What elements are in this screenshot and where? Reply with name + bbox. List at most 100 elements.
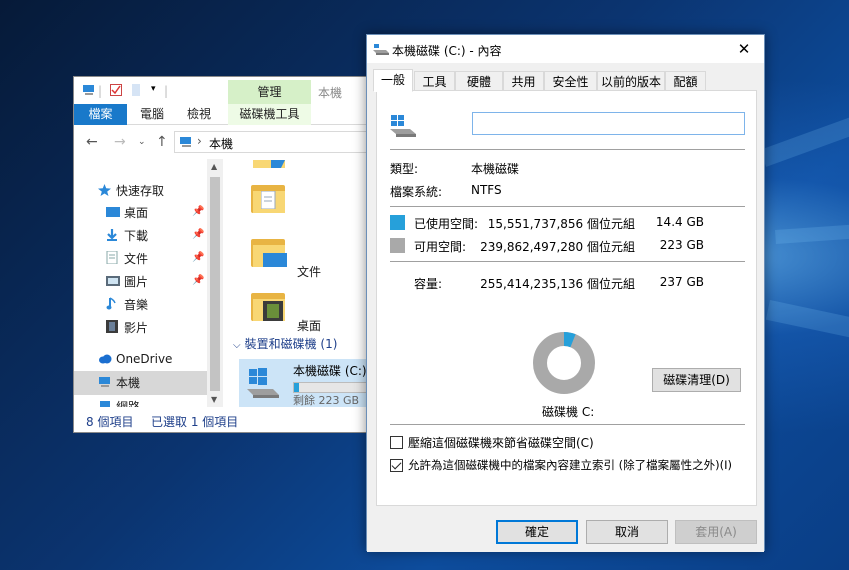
compress-checkbox[interactable] <box>390 436 403 449</box>
breadcrumb-this-pc[interactable]: 本機 <box>209 135 233 152</box>
computer-icon <box>98 374 112 387</box>
back-arrow-icon[interactable]: ← <box>86 134 98 150</box>
used-space-gb: 14.4 GB <box>655 215 704 229</box>
divider <box>390 261 745 262</box>
divider <box>390 424 745 425</box>
manage-context-tab[interactable]: 管理 <box>228 80 311 104</box>
navigation-pane-scrollbar[interactable]: ▲ ▼ <box>207 159 223 407</box>
quick-access-toolbar: | ▾ | 管理 本機 <box>74 77 372 104</box>
nav-item-downloads[interactable]: 下載 <box>106 226 148 246</box>
dialog-tabs: 一般 工具 硬體 共用 安全性 以前的版本 配額 <box>373 69 758 92</box>
compress-checkbox-label[interactable]: 壓縮這個磁碟機來節省磁碟空間(C) <box>408 434 594 451</box>
capacity-gb: 237 GB <box>659 275 704 289</box>
scroll-up-icon[interactable]: ▲ <box>211 162 217 171</box>
tab-computer[interactable]: 電腦 <box>132 104 172 125</box>
wallpaper-light-beam <box>775 223 849 244</box>
address-bar[interactable]: › 本機 <box>174 131 372 153</box>
desktop-icon <box>106 204 120 217</box>
nav-item-desktop[interactable]: 桌面 <box>106 203 148 223</box>
chevron-down-icon: ⌵ <box>233 340 241 351</box>
folder-partial-icon <box>251 159 287 169</box>
nav-item-pictures[interactable]: 圖片 <box>106 272 148 292</box>
tab-view[interactable]: 檢視 <box>179 104 219 125</box>
wallpaper-light-beam <box>765 300 849 343</box>
computer-icon <box>179 136 195 151</box>
divider <box>390 206 745 207</box>
pin-icon[interactable]: 📌 <box>192 252 204 263</box>
pin-icon[interactable]: 📌 <box>192 275 204 286</box>
properties-check-icon[interactable] <box>110 84 122 99</box>
drive-usage-bar <box>293 382 372 393</box>
ribbon-tabs: 檔案 電腦 檢視 磁碟機工具 <box>74 104 372 125</box>
drive-caption: 磁碟機 C: <box>542 405 595 419</box>
tab-hardware[interactable]: 硬體 <box>455 71 503 91</box>
index-checkbox[interactable] <box>390 459 403 472</box>
used-space-bytes: 15,551,737,856 個位元組 <box>487 217 635 231</box>
type-value: 本機磁碟 <box>471 162 520 176</box>
devices-group-header[interactable]: ⌵ 裝置和磁碟機 (1) <box>233 335 337 352</box>
tab-sharing[interactable]: 共用 <box>503 71 544 91</box>
nav-item-videos[interactable]: 影片 <box>106 318 148 338</box>
pin-icon[interactable]: 📌 <box>192 229 204 240</box>
file-system-value: NTFS <box>471 183 502 197</box>
divider <box>390 149 745 150</box>
capacity-bytes: 255,414,235,136 個位元組 <box>480 277 635 291</box>
scroll-down-icon[interactable]: ▼ <box>211 395 217 404</box>
folder-name-desktop[interactable]: 桌面 <box>297 317 321 334</box>
documents-folder-icon[interactable] <box>251 179 287 213</box>
drive-name: 本機磁碟 (C:) <box>293 364 367 378</box>
nav-item-quick-access[interactable]: 快速存取 <box>98 181 164 201</box>
tab-security[interactable]: 安全性 <box>544 71 597 91</box>
navigation-pane: 快速存取 桌面 📌 下載 📌 文件 📌 圖片 📌 音樂 影片 OneDrive … <box>74 159 207 407</box>
status-item-count: 8 個項目 <box>86 415 134 429</box>
recent-locations-chevron-icon[interactable]: ⌄ <box>138 137 146 147</box>
disk-cleanup-button[interactable]: 磁碟清理(D) <box>652 368 741 392</box>
nav-item-onedrive[interactable]: OneDrive <box>98 349 172 369</box>
cancel-button[interactable]: 取消 <box>586 520 668 544</box>
up-arrow-icon[interactable]: ↑ <box>156 134 168 150</box>
apply-button[interactable]: 套用(A) <box>675 520 757 544</box>
drive-c-tile[interactable]: 本機磁碟 (C:) 剩餘 223 GB <box>239 359 372 407</box>
picture-icon <box>106 273 120 286</box>
new-folder-icon[interactable] <box>131 84 141 99</box>
tab-tools[interactable]: 工具 <box>414 71 455 91</box>
ok-button[interactable]: 確定 <box>496 520 578 544</box>
computer-icon <box>82 84 96 99</box>
download-arrow-icon <box>106 227 120 241</box>
drive-icon <box>373 43 389 58</box>
pin-icon[interactable]: 📌 <box>192 206 204 217</box>
nav-item-music[interactable]: 音樂 <box>106 295 148 315</box>
window-title: 本機 <box>318 86 343 100</box>
document-icon <box>106 250 120 265</box>
scrollbar-thumb[interactable] <box>210 177 220 391</box>
nav-item-network[interactable]: 網路 <box>98 397 140 407</box>
content-pane: 文件 桌面 影片 ⌵裝置和磁碟機 (1) 本機磁碟 (C:) 剩餘 223 GB <box>223 159 372 407</box>
file-explorer-window: | ▾ | 管理 本機 檔案 電腦 檢視 磁碟機工具 ← → ⌄ ↑ › 本機 <box>73 76 373 433</box>
drive-label-input[interactable] <box>472 112 745 135</box>
videos-folder-icon[interactable] <box>251 287 287 321</box>
type-label: 類型: <box>390 162 419 176</box>
tab-previous-versions[interactable]: 以前的版本 <box>597 71 665 91</box>
tab-drive-tools[interactable]: 磁碟機工具 <box>228 104 311 125</box>
windows-drive-icon <box>247 367 281 402</box>
wallpaper-light-beam <box>760 108 849 167</box>
customize-toolbar-dropdown-icon[interactable]: ▾ <box>151 84 156 94</box>
desktop-folder-icon[interactable] <box>251 233 287 267</box>
folder-name-documents[interactable]: 文件 <box>297 263 321 280</box>
cloud-icon <box>98 350 112 364</box>
forward-arrow-icon[interactable]: → <box>114 134 126 150</box>
network-icon <box>98 398 112 407</box>
index-checkbox-label[interactable]: 允許為這個磁碟機中的檔案內容建立索引 (除了檔案屬性之外)(I) <box>408 457 732 473</box>
nav-item-this-pc[interactable]: 本機 <box>98 373 140 393</box>
dialog-titlebar: 本機磁碟 (C:) - 內容 ✕ <box>367 35 764 63</box>
free-space-label: 可用空間: <box>414 240 467 254</box>
tab-general[interactable]: 一般 <box>373 69 413 92</box>
tab-quota[interactable]: 配額 <box>665 71 706 91</box>
star-icon <box>98 182 112 196</box>
close-icon[interactable]: ✕ <box>732 37 756 61</box>
dialog-title: 本機磁碟 (C:) - 內容 <box>392 44 502 58</box>
nav-item-documents[interactable]: 文件 <box>106 249 148 269</box>
tab-file[interactable]: 檔案 <box>74 104 127 125</box>
free-space-bytes: 239,862,497,280 個位元組 <box>480 240 635 254</box>
toolbar-separator: | <box>164 84 169 98</box>
